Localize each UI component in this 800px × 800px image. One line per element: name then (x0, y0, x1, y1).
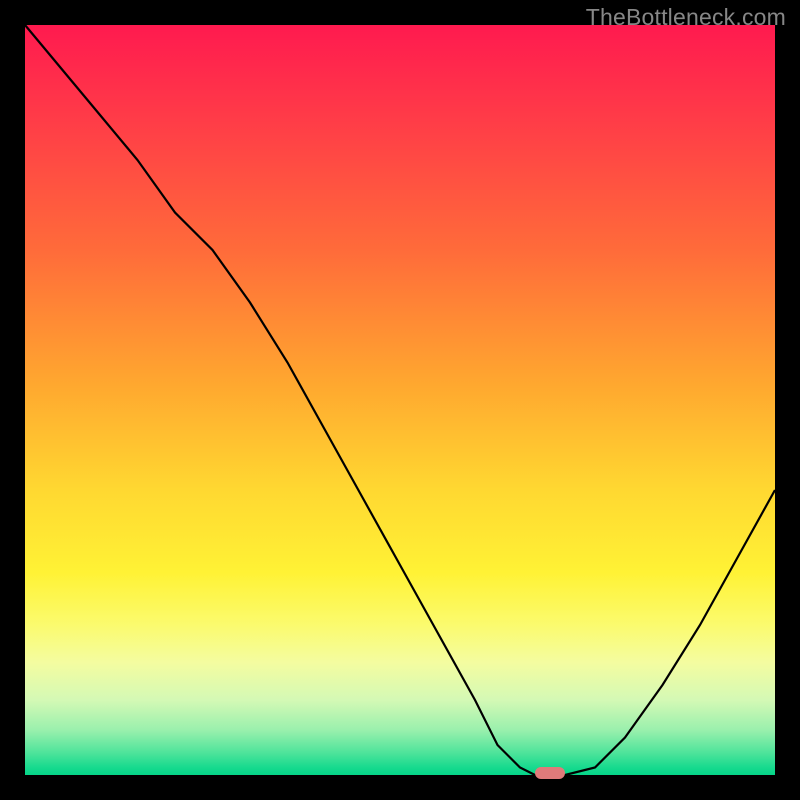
optimum-marker (535, 767, 565, 779)
curve-layer (25, 25, 775, 775)
plot-area (25, 25, 775, 775)
chart-frame: TheBottleneck.com (0, 0, 800, 800)
bottleneck-curve (25, 25, 775, 775)
